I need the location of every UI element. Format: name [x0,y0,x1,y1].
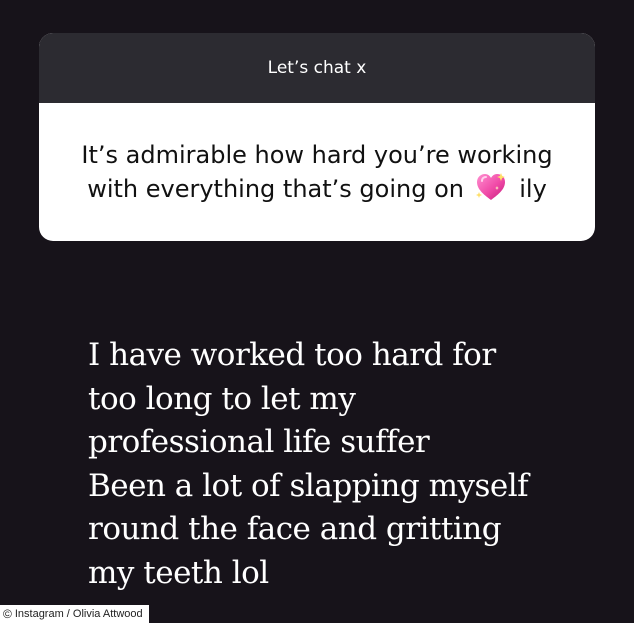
answer-line: my teeth lol [88,554,269,591]
photo-credit: © Instagram / Olivia Attwood [0,605,149,623]
photo-credit-text: Instagram / Olivia Attwood [14,608,143,620]
question-sticker: Let’s chat x It’s admirable how hard you… [39,33,595,241]
sparkling-heart-icon [475,172,505,200]
answer-line: professional life suffer [88,424,430,460]
answer-line: too long to let my [88,380,356,417]
question-suffix-text: ily [519,174,547,203]
copyright-icon: © [3,607,12,621]
question-sticker-header: Let’s chat x [39,33,595,103]
question-sticker-body: It’s admirable how hard you’re working w… [39,103,595,241]
question-sticker-title: Let’s chat x [267,58,367,78]
question-text: It’s admirable how hard you’re working w… [39,139,595,206]
answer-line: I have worked too hard for [88,337,496,373]
answer-line: Been a lot of slapping myself [88,467,529,504]
answer-line: round the face and gritting [88,511,502,547]
answer-text: I have worked too hard for too long to l… [88,334,608,595]
